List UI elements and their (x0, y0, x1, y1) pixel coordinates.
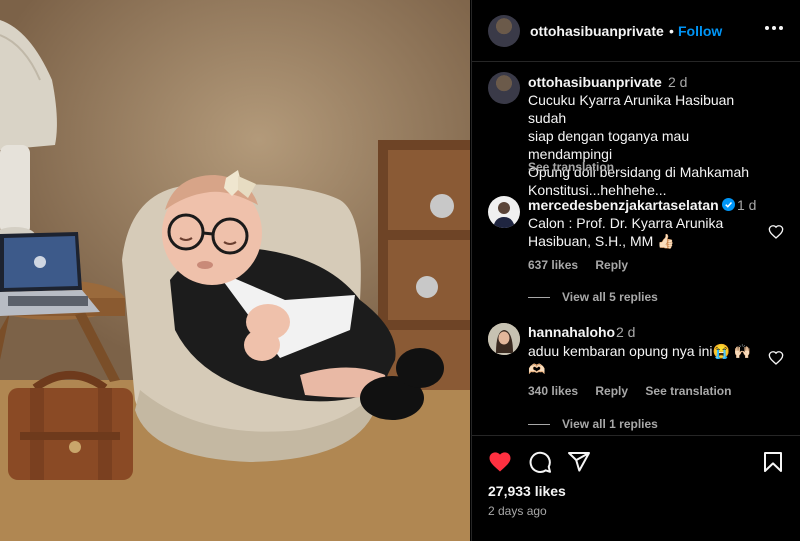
comment-meta: 637 likes Reply (528, 258, 642, 272)
post-side-panel: ottohasibuanprivate • Follow ottohasibua… (471, 0, 800, 541)
comment-username[interactable]: hannahaloho (528, 324, 615, 340)
comment-time: 2 d (616, 324, 636, 340)
post-header: ottohasibuanprivate • Follow (472, 0, 800, 62)
person-avatar-icon (493, 202, 515, 228)
comment-avatar[interactable] (488, 196, 520, 228)
reply-button[interactable]: Reply (595, 258, 628, 272)
bookmark-icon[interactable] (761, 450, 785, 474)
caption-username[interactable]: ottohasibuanprivate (528, 74, 662, 90)
more-horizontal-icon[interactable] (764, 18, 784, 38)
post-photo[interactable] (0, 0, 470, 541)
comment-like-heart-icon[interactable] (768, 224, 784, 240)
comment-like-heart-icon[interactable] (768, 350, 784, 366)
comment-icon[interactable] (528, 450, 552, 474)
comment-text: Calon : Prof. Dr. Kyarra Arunika Hasibua… (528, 215, 724, 249)
reply-button[interactable]: Reply (595, 384, 628, 398)
comment-text: aduu kembaran opung nya ini😭 🙌🏻 🫶🏻 (528, 343, 752, 377)
follow-button[interactable]: Follow (678, 23, 722, 39)
comment-username[interactable]: mercedesbenzjakartaselatan (528, 197, 735, 213)
share-icon[interactable] (567, 450, 591, 474)
author-username[interactable]: ottohasibuanprivate (530, 23, 664, 39)
replies-line (528, 424, 550, 426)
post-actions: 27,933 likes 2 days ago (472, 435, 800, 541)
caption-see-translation[interactable]: See translation (528, 160, 628, 174)
person-avatar-icon (488, 323, 520, 355)
comment-likes-count[interactable]: 637 likes (528, 258, 578, 272)
liked-heart-icon[interactable] (488, 450, 512, 474)
comments-list[interactable]: ottohasibuanprivate 2 d Cucuku Kyarra Ar… (472, 63, 800, 435)
see-translation-button[interactable]: See translation (645, 384, 731, 398)
baby-photo-illustration (0, 0, 470, 541)
comment-time: 1 d (737, 197, 757, 213)
comment-meta: 340 likes Reply See translation (528, 384, 745, 398)
caption-avatar[interactable] (488, 72, 520, 104)
post-timestamp[interactable]: 2 days ago (488, 504, 547, 518)
author-avatar[interactable] (488, 15, 520, 47)
caption-text: Cucuku Kyarra Arunika Hasibuan sudah sia… (528, 92, 750, 198)
view-replies-button[interactable]: View all 5 replies (528, 290, 658, 304)
verified-badge-icon (721, 198, 735, 211)
comment-likes-count[interactable]: 340 likes (528, 384, 578, 398)
comment-avatar[interactable] (488, 323, 520, 355)
view-replies-button[interactable]: View all 1 replies (528, 417, 658, 431)
separator-dot: • (669, 23, 674, 39)
replies-line (528, 297, 550, 299)
post-likes-count[interactable]: 27,933 likes (488, 483, 566, 499)
caption-time: 2 d (668, 74, 688, 90)
